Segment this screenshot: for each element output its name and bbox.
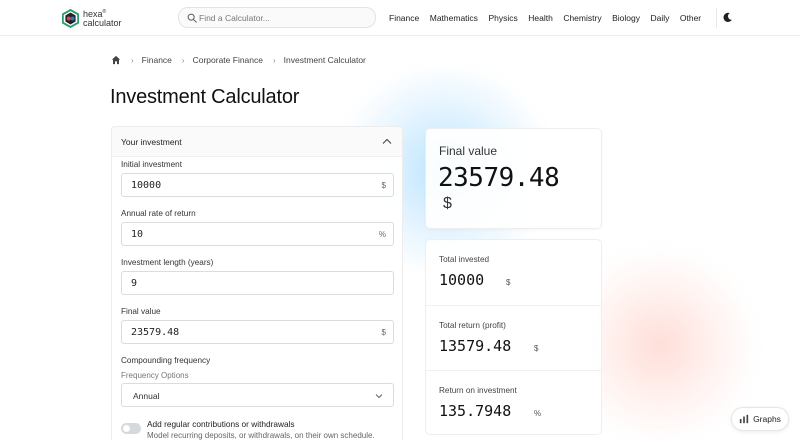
stat-value: 10000 — [439, 271, 485, 289]
stat-label: Total return (profit) — [439, 321, 506, 330]
stat-total-invested: Total invested 10000 $ — [426, 240, 601, 305]
contributions-toggle[interactable] — [121, 423, 141, 434]
home-icon[interactable] — [111, 55, 121, 65]
breadcrumb-item-corporate-finance[interactable]: Corporate Finance — [193, 55, 263, 65]
logo-text-line2: calculator — [83, 18, 122, 28]
contributions-label: Add regular contributions or withdrawals — [147, 419, 295, 429]
breadcrumb-chevron-icon: › — [273, 55, 276, 65]
investment-length-input[interactable]: 9 — [121, 271, 394, 295]
investment-length-value: 9 — [131, 278, 138, 289]
nav-item-mathematics[interactable]: Mathematics — [430, 13, 478, 23]
chevron-down-icon — [375, 394, 383, 399]
nav-item-biology[interactable]: Biology — [612, 13, 640, 23]
breadcrumb-chevron-icon: › — [131, 55, 134, 65]
toggle-knob — [123, 425, 130, 432]
investment-form-panel: Your investment Initial investment 10000… — [111, 126, 403, 440]
compounding-frequency-select[interactable]: Annual — [121, 383, 394, 407]
currency-unit: $ — [381, 181, 386, 190]
annual-rate-input[interactable]: 10 % — [121, 222, 394, 246]
logo-registered-mark: ® — [102, 9, 107, 15]
investment-length-label: Investment length (years) — [121, 258, 214, 267]
section-title: Your investment — [121, 137, 182, 147]
stat-value: 13579.48 — [439, 337, 512, 355]
percent-unit: % — [378, 230, 386, 239]
logo-text: hexa® calculator — [83, 8, 122, 28]
top-header: hexa® calculator Finance Mathematics Phy… — [0, 0, 800, 36]
initial-investment-label: Initial investment — [121, 160, 182, 169]
stat-unit: $ — [534, 344, 539, 353]
compounding-frequency-label: Compounding frequency — [121, 356, 211, 365]
contributions-description: Model recurring deposits, or withdrawals… — [147, 431, 375, 440]
annual-rate-label: Annual rate of return — [121, 209, 196, 218]
final-value-card: Final value 23579.48 $ — [425, 128, 602, 229]
bar-chart-icon — [739, 414, 749, 424]
stat-return-on-investment: Return on investment 135.7948 % — [426, 370, 601, 435]
stat-unit: % — [534, 409, 542, 418]
nav-item-finance[interactable]: Finance — [389, 13, 419, 23]
final-value-unit: $ — [443, 195, 452, 212]
final-value-amount: 23579.48 — [438, 163, 560, 193]
stat-unit: $ — [506, 278, 511, 287]
section-header[interactable]: Your investment — [112, 127, 402, 157]
main-nav: Finance Mathematics Physics Health Chemi… — [389, 0, 712, 36]
stat-value: 135.7948 — [439, 402, 512, 420]
compounding-frequency-value: Annual — [133, 391, 160, 401]
breadcrumb-item-current[interactable]: Investment Calculator — [284, 55, 366, 65]
graphs-button[interactable]: Graphs — [731, 407, 789, 431]
stat-label: Total invested — [439, 255, 490, 264]
nav-item-health[interactable]: Health — [528, 13, 553, 23]
search-input[interactable] — [199, 8, 369, 27]
initial-investment-value: 10000 — [131, 180, 162, 191]
nav-item-other[interactable]: Other — [680, 13, 701, 23]
logo-hex-icon — [62, 8, 79, 28]
search-icon — [187, 13, 197, 23]
stat-total-return: Total return (profit) 13579.48 $ — [426, 305, 601, 370]
nav-divider — [716, 8, 717, 28]
search-box — [178, 7, 376, 28]
logo[interactable]: hexa® calculator — [62, 8, 122, 28]
nav-item-daily[interactable]: Daily — [650, 13, 669, 23]
breadcrumb: › Finance › Corporate Finance › Investme… — [111, 55, 366, 65]
dark-mode-moon-icon[interactable] — [722, 12, 733, 23]
currency-unit: $ — [381, 328, 386, 337]
frequency-options-label: Frequency Options — [121, 371, 189, 380]
final-value-card-label: Final value — [439, 144, 498, 158]
graphs-button-label: Graphs — [753, 414, 781, 424]
page-title: Investment Calculator — [110, 86, 300, 108]
stat-label: Return on investment — [439, 386, 517, 395]
final-value-input[interactable]: 23579.48 $ — [121, 320, 394, 344]
nav-item-chemistry[interactable]: Chemistry — [563, 13, 601, 23]
final-value-value: 23579.48 — [131, 327, 180, 338]
final-value-label: Final value — [121, 307, 161, 316]
summary-stats-card: Total invested 10000 $ Total return (pro… — [425, 239, 602, 435]
initial-investment-input[interactable]: 10000 $ — [121, 173, 394, 197]
annual-rate-value: 10 — [131, 229, 144, 240]
breadcrumb-chevron-icon: › — [181, 55, 185, 65]
nav-item-physics[interactable]: Physics — [488, 13, 517, 23]
chevron-up-icon[interactable] — [382, 137, 392, 145]
breadcrumb-item-finance[interactable]: Finance — [142, 55, 172, 65]
